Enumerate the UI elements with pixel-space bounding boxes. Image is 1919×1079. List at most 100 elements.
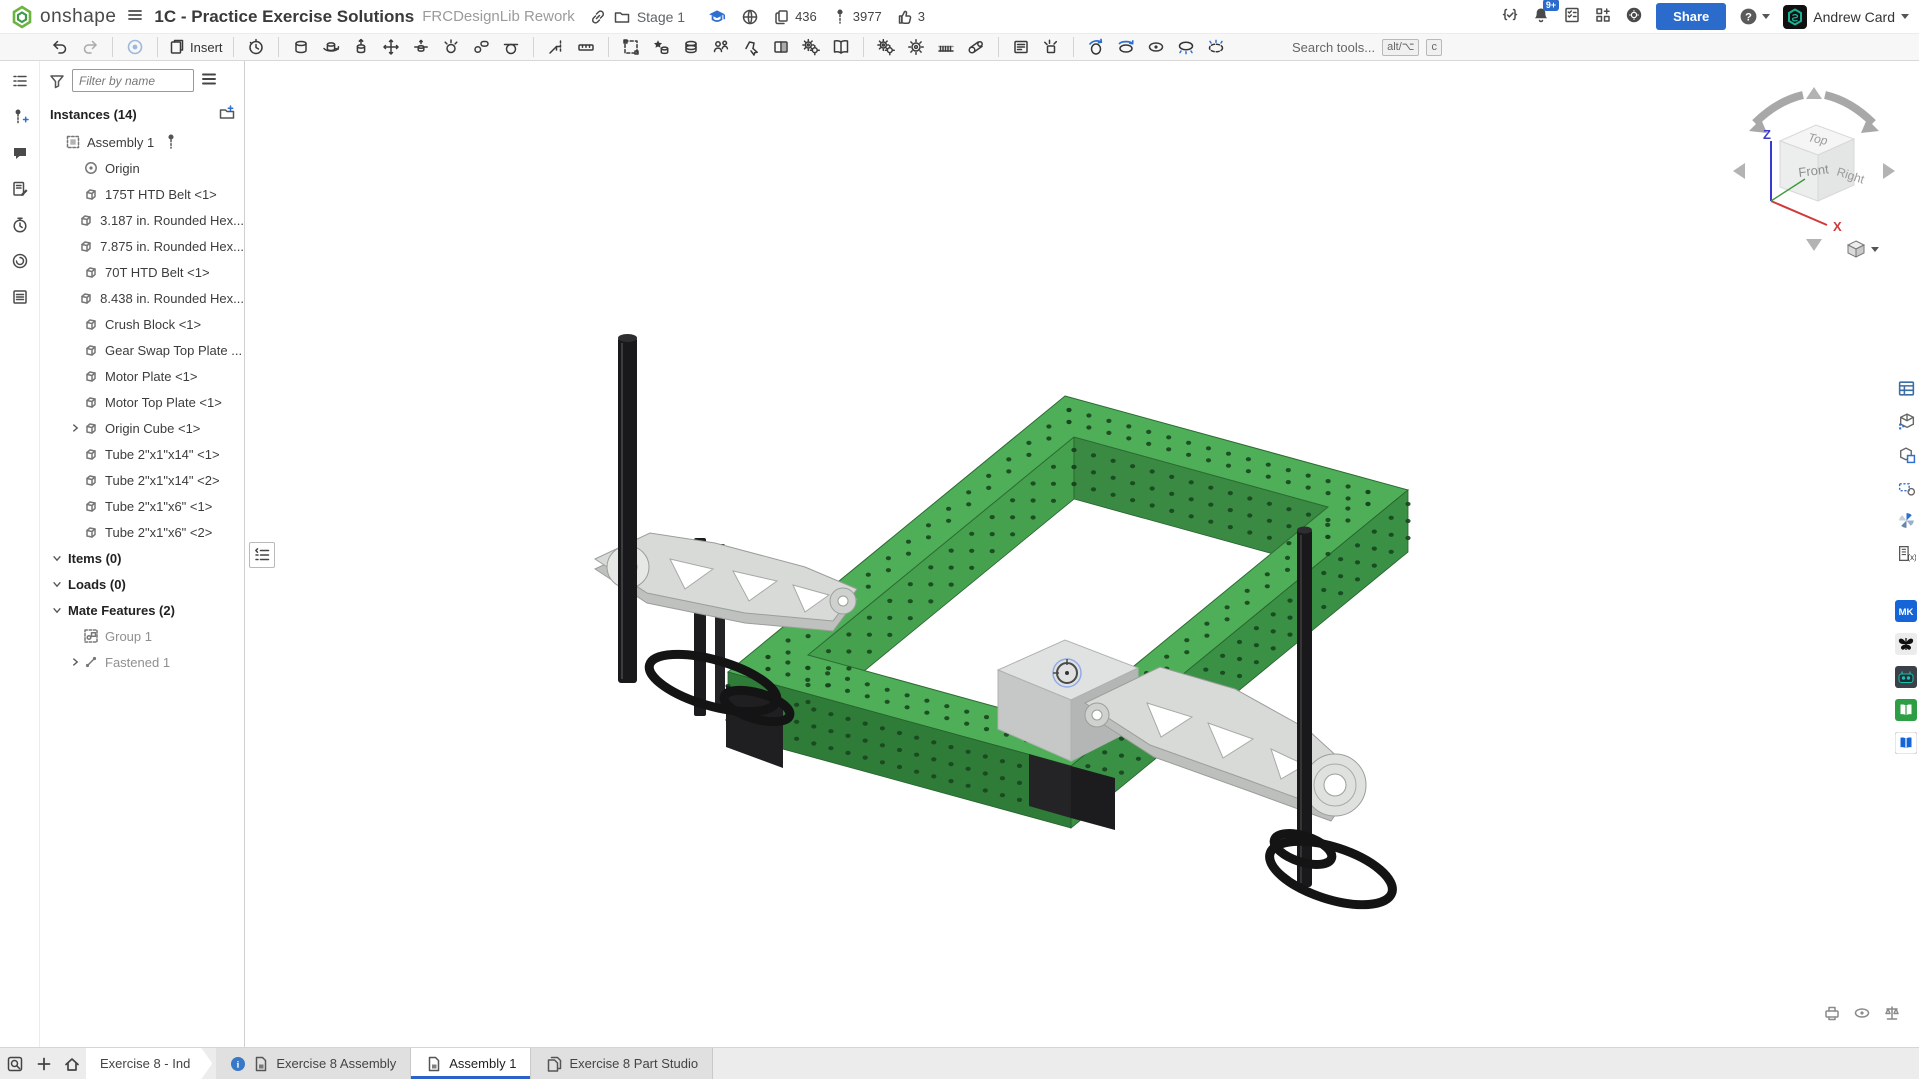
edit-in-context-button[interactable] (736, 34, 766, 60)
left-post[interactable] (618, 334, 637, 683)
planar-mate-button[interactable] (406, 34, 436, 60)
view-orbit-arrows[interactable] (1755, 95, 1873, 123)
main-menu-button[interactable] (126, 6, 144, 27)
tree-item-part[interactable]: Crush Block <1> (40, 311, 244, 337)
tasks-button[interactable] (1563, 6, 1581, 27)
tree-item-part[interactable]: Gear Swap Top Plate ... (40, 337, 244, 363)
notes-panel-button[interactable] (7, 178, 33, 200)
chevron-right-icon[interactable] (68, 423, 82, 433)
butterfly-app-button[interactable] (1895, 633, 1917, 655)
measure-scale-icon[interactable] (1883, 1004, 1901, 1025)
tree-section-items[interactable]: Items (0) (40, 545, 244, 571)
graphics-area[interactable]: Top Front Right Z X (245, 61, 1919, 1047)
show-all-button[interactable] (1201, 34, 1231, 60)
feature-list-panel-button[interactable] (7, 70, 33, 92)
rotate-view-button[interactable] (1111, 34, 1141, 60)
belt-relation-button[interactable] (961, 34, 991, 60)
tree-item-assembly-1[interactable]: Assembly 1 (40, 129, 244, 155)
mkcad-app-button[interactable]: MK (1895, 600, 1917, 622)
chevron-down-icon[interactable] (50, 553, 64, 563)
user-menu[interactable]: Andrew Card (1783, 5, 1909, 29)
gear-relation-button[interactable] (901, 34, 931, 60)
green-book-app-button[interactable] (1895, 699, 1917, 721)
education-cap-icon[interactable] (707, 7, 727, 27)
assembly-3d-model[interactable] (245, 61, 1919, 1047)
filter-funnel-icon[interactable] (48, 72, 66, 90)
tab-exercise-8-ind[interactable]: Exercise 8 - Ind (86, 1048, 212, 1079)
cylindrical-mate-button[interactable] (346, 34, 376, 60)
ai-assistant-button[interactable] (1625, 6, 1643, 27)
thumbs-up-icon[interactable] (896, 8, 914, 26)
chevron-down-icon[interactable] (50, 605, 64, 615)
share-button[interactable]: Share (1656, 3, 1726, 30)
comments-panel-button[interactable] (7, 142, 33, 164)
copies-icon[interactable] (773, 8, 791, 26)
right-belt[interactable] (1262, 827, 1400, 917)
robot-app-button[interactable] (1895, 666, 1917, 688)
appearance-panel-button[interactable] (1895, 509, 1917, 531)
tree-item-part[interactable]: Tube 2"x1"x14" <2> (40, 467, 244, 493)
view-options[interactable] (1846, 239, 1879, 259)
replicate-button[interactable] (676, 34, 706, 60)
chevron-down-icon[interactable] (50, 579, 64, 589)
rotate-ccw-button[interactable] (1081, 34, 1111, 60)
mate-list-toggle-button[interactable] (249, 542, 275, 568)
featurescript-button[interactable]: (x) (1895, 542, 1917, 564)
tree-section-loads[interactable]: Loads (0) (40, 571, 244, 597)
tree-item-part[interactable]: Motor Plate <1> (40, 363, 244, 389)
manage-instances-button[interactable] (706, 34, 736, 60)
tab-assembly-1[interactable]: Assembly 1 (411, 1048, 531, 1079)
tree-item-group-1[interactable]: Group 1 (40, 623, 244, 649)
mate-clock-button[interactable] (241, 34, 271, 60)
tab-exercise-8-part-studio[interactable]: Exercise 8 Part Studio (531, 1048, 713, 1079)
fastened-mate-button[interactable] (286, 34, 316, 60)
group-button[interactable] (616, 34, 646, 60)
rack-relation-button[interactable] (931, 34, 961, 60)
filter-input[interactable] (72, 69, 194, 92)
tree-item-fastened-1[interactable]: Fastened 1 (40, 649, 244, 675)
tree-item-part[interactable]: 175T HTD Belt <1> (40, 181, 244, 207)
display-states-button[interactable] (766, 34, 796, 60)
view-cube-body[interactable]: Top Front Right (1780, 125, 1867, 201)
drawing-button[interactable] (1006, 34, 1036, 60)
public-globe-icon[interactable] (741, 8, 759, 26)
measure-button[interactable] (571, 34, 601, 60)
lollipop-icon[interactable] (162, 133, 180, 151)
in-context-button[interactable] (1895, 443, 1917, 465)
document-subtitle[interactable]: FRCDesignLib Rework (422, 8, 575, 25)
insert-button[interactable]: Insert (165, 34, 226, 60)
versions-code-button[interactable] (1501, 6, 1519, 27)
revolute-mate-button[interactable] (316, 34, 346, 60)
redo-button[interactable] (75, 34, 105, 60)
tree-item-part[interactable]: Tube 2"x1"x14" <1> (40, 441, 244, 467)
configurations-button[interactable] (1895, 410, 1917, 432)
breadcrumb-folder[interactable]: Stage 1 (637, 9, 685, 25)
mate-connector-marker[interactable] (1053, 659, 1081, 687)
sync-button[interactable] (120, 34, 150, 60)
tree-item-part[interactable]: 8.438 in. Rounded Hex... (40, 285, 244, 311)
tree-item-part[interactable]: 3.187 in. Rounded Hex... (40, 207, 244, 233)
mate-connector-panel-button[interactable] (7, 106, 33, 128)
new-folder-button[interactable] (218, 104, 236, 125)
tree-item-part[interactable]: 7.875 in. Rounded Hex... (40, 233, 244, 259)
hide-others-button[interactable] (1171, 34, 1201, 60)
new-tab-button[interactable] (30, 1048, 58, 1079)
tree-item-part[interactable]: Tube 2"x1"x6" <2> (40, 519, 244, 545)
named-positions-panel-button[interactable] (1895, 476, 1917, 498)
slider-mate-button[interactable] (376, 34, 406, 60)
link-icon[interactable] (589, 8, 607, 26)
preview-search-button[interactable] (0, 1048, 30, 1079)
ball-mate-button[interactable] (436, 34, 466, 60)
pattern-button[interactable] (796, 34, 826, 60)
chevron-right-icon[interactable] (68, 657, 82, 667)
view-cube[interactable]: Top Front Right Z X (1725, 79, 1903, 264)
snap-mode-button[interactable] (541, 34, 571, 60)
blue-book-app-button[interactable] (1895, 732, 1917, 754)
tree-item-origin[interactable]: Origin (40, 155, 244, 181)
search-tools[interactable]: Search tools... alt/⌥ c (1292, 34, 1442, 60)
bom-table-button[interactable] (1895, 377, 1917, 399)
relations-button[interactable] (871, 34, 901, 60)
exploded-view-button[interactable] (1036, 34, 1066, 60)
notifications-button[interactable]: 9+ (1532, 6, 1550, 27)
bom-panel-button[interactable] (7, 286, 33, 308)
